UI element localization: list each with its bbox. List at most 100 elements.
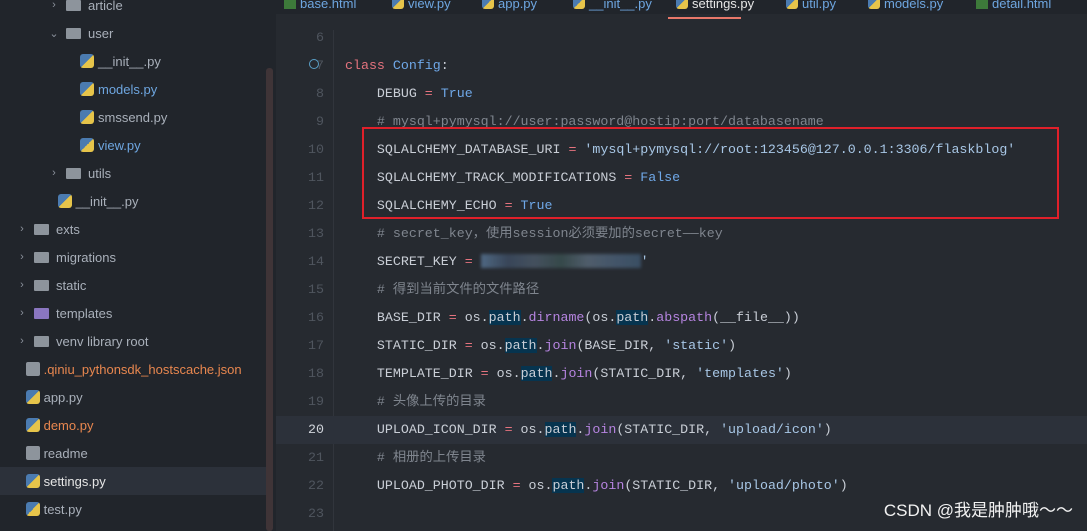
code-line[interactable]: 6 xyxy=(276,24,1087,52)
tree-item-label: models.py xyxy=(98,81,158,97)
chevron-right-icon[interactable]: › xyxy=(16,223,28,235)
python-file-icon xyxy=(482,0,494,9)
line-number: 16 xyxy=(308,310,324,325)
tree-item[interactable]: smssend.py xyxy=(0,103,270,131)
code-token: os. xyxy=(456,310,489,325)
tree-item[interactable]: demo.py xyxy=(0,411,270,439)
code-text: # 头像上传的目录 xyxy=(345,388,486,416)
python-file-icon xyxy=(573,0,585,9)
chevron-down-icon[interactable]: ⌄ xyxy=(48,27,60,40)
code-token: abspath xyxy=(656,310,713,325)
folder-icon xyxy=(34,223,49,235)
chevron-right-icon[interactable]: › xyxy=(16,335,28,347)
chevron-right-icon[interactable]: › xyxy=(16,279,28,291)
tree-item[interactable]: › templates xyxy=(0,299,270,327)
tree-item[interactable]: › article xyxy=(0,0,270,19)
line-number: 22 xyxy=(308,478,324,493)
chevron-right-icon[interactable]: › xyxy=(48,167,60,179)
python-file-icon xyxy=(80,82,94,96)
tree-item[interactable]: __init__.py xyxy=(0,187,270,215)
code-text: # 相册的上传目录 xyxy=(345,444,486,472)
code-token: (BASE_DIR, xyxy=(576,338,665,353)
code-line[interactable]: 16 BASE_DIR = os.path.dirname(os.path.ab… xyxy=(276,304,1087,332)
tree-item[interactable]: › venv library root xyxy=(0,327,270,355)
code-token: os. xyxy=(512,422,545,437)
chevron-right-icon[interactable]: › xyxy=(16,307,28,319)
tree-item[interactable]: test.py xyxy=(0,495,270,523)
tree-item-label: venv library root xyxy=(56,333,149,349)
tree-item-label: test.py xyxy=(43,501,82,517)
code-line[interactable]: 15 # 得到当前文件的文件路径 xyxy=(276,276,1087,304)
tab-settingspy[interactable]: settings.py xyxy=(676,0,754,12)
tab-viewpy[interactable]: view.py xyxy=(392,0,451,12)
code-token: os. xyxy=(472,338,505,353)
chevron-right-icon[interactable]: › xyxy=(48,0,60,11)
code-token: os. xyxy=(520,478,553,493)
code-token: = xyxy=(480,366,489,381)
code-token: class xyxy=(345,58,385,73)
python-file-icon xyxy=(80,54,94,68)
watermark: CSDN @我是肿肿哦～～ xyxy=(883,501,1073,520)
line-number: 8 xyxy=(316,86,324,101)
tree-item[interactable]: readme xyxy=(0,439,270,467)
tree-item[interactable]: › exts xyxy=(0,215,270,243)
tab-modelspy[interactable]: models.py xyxy=(868,0,943,12)
code-token: Config xyxy=(384,58,441,73)
code-line[interactable]: 13 # secret_key，使用session必须要加的secret——ke… xyxy=(276,220,1087,248)
code-token: SECRET_KEY xyxy=(345,254,465,269)
html-file-icon xyxy=(976,0,988,9)
code-token: (__file__)) xyxy=(712,310,800,325)
tab-utilpy[interactable]: util.py xyxy=(786,0,836,12)
tab-apppy[interactable]: app.py xyxy=(482,0,537,12)
tree-item-label: readme xyxy=(43,445,88,461)
code-token: # secret_key，使用session必须要加的secret——key xyxy=(345,226,723,241)
tree-item[interactable]: › utils xyxy=(0,159,270,187)
code-text: BASE_DIR = os.path.dirname(os.path.abspa… xyxy=(345,304,800,332)
class-gutter-icon[interactable] xyxy=(309,59,319,69)
code-token: = xyxy=(464,338,473,353)
tree-item[interactable]: __init__.py xyxy=(0,47,270,75)
line-number: 10 xyxy=(308,142,324,157)
code-line[interactable]: 14 SECRET_KEY = ' xyxy=(276,248,1087,276)
folder-icon xyxy=(34,251,49,263)
sidebar-scrollbar[interactable] xyxy=(266,68,273,531)
code-token: dirname xyxy=(528,310,585,325)
tree-item-label: templates xyxy=(56,305,113,321)
tree-item[interactable]: ⌄ user xyxy=(0,19,270,47)
code-token: join xyxy=(560,366,593,381)
line-number: 13 xyxy=(308,226,324,241)
code-line[interactable]: 20 UPLOAD_ICON_DIR = os.path.join(STATIC… xyxy=(276,416,1087,444)
tab-label: util.py xyxy=(802,0,836,11)
tree-item[interactable]: app.py xyxy=(0,383,270,411)
code-line[interactable]: 21 # 相册的上传目录 xyxy=(276,444,1087,472)
line-number: 11 xyxy=(308,170,324,185)
tree-item[interactable]: view.py xyxy=(0,131,270,159)
tree-item[interactable]: › static xyxy=(0,271,270,299)
code-token: # 相册的上传目录 xyxy=(345,450,486,465)
code-text: TEMPLATE_DIR = os.path.join(STATIC_DIR, … xyxy=(345,360,792,388)
code-token: path xyxy=(616,310,649,325)
tree-item[interactable]: models.py xyxy=(0,75,270,103)
line-number: 9 xyxy=(316,114,324,129)
tree-item-label: user xyxy=(88,25,114,41)
tree-item[interactable]: .qiniu_pythonsdk_hostscache.json xyxy=(0,355,270,383)
file-icon xyxy=(25,446,40,460)
code-line[interactable]: 7 class Config: xyxy=(276,52,1087,80)
tab-detailhtml[interactable]: detail.html xyxy=(976,0,1051,12)
line-number: 12 xyxy=(308,198,324,213)
active-tab-indicator xyxy=(668,17,741,19)
tab-initpy[interactable]: __init__.py xyxy=(573,0,652,12)
code-line[interactable]: 18 TEMPLATE_DIR = os.path.join(STATIC_DI… xyxy=(276,360,1087,388)
code-editor[interactable]: base.html view.py app.py __init__.py setting… xyxy=(276,0,1087,531)
tree-item[interactable]: settings.py xyxy=(0,467,270,495)
code-line[interactable]: 17 STATIC_DIR = os.path.join(BASE_DIR, '… xyxy=(276,332,1087,360)
chevron-right-icon[interactable]: › xyxy=(16,251,28,263)
tree-item[interactable]: › migrations xyxy=(0,243,270,271)
tree-item-label: .qiniu_pythonsdk_hostscache.json xyxy=(43,361,242,377)
code-line[interactable]: 19 # 头像上传的目录 xyxy=(276,388,1087,416)
tab-basehtml[interactable]: base.html xyxy=(284,0,356,12)
folder-icon xyxy=(34,279,49,291)
code-text: # 得到当前文件的文件路径 xyxy=(345,276,539,304)
code-line[interactable]: 8 DEBUG = True xyxy=(276,80,1087,108)
code-token: join xyxy=(584,422,617,437)
